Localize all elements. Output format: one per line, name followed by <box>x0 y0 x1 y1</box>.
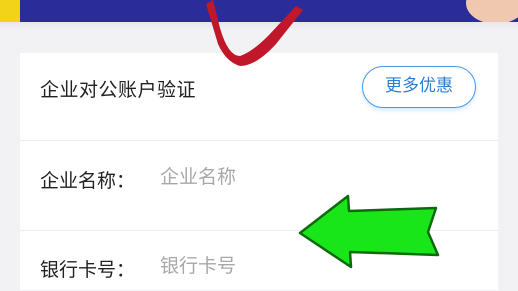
verification-card: 企业对公账户验证 更多优惠 企业名称： 银行卡号： <box>20 53 498 290</box>
bank-card-input[interactable] <box>160 252 460 280</box>
bank-card-label: 银行卡号： <box>40 259 136 281</box>
banner-figure <box>466 0 518 22</box>
company-name-input[interactable] <box>160 163 460 191</box>
top-banner <box>0 0 518 22</box>
bank-card-row: 银行卡号： <box>20 231 498 291</box>
banner-stripe <box>0 0 20 22</box>
company-name-row: 企业名称： <box>20 141 498 231</box>
title-row: 企业对公账户验证 更多优惠 <box>20 53 498 141</box>
form-title: 企业对公账户验证 <box>40 79 197 101</box>
more-offers-button[interactable]: 更多优惠 <box>362 66 476 108</box>
banner-shadow <box>0 22 518 30</box>
company-name-label: 企业名称： <box>40 170 136 192</box>
